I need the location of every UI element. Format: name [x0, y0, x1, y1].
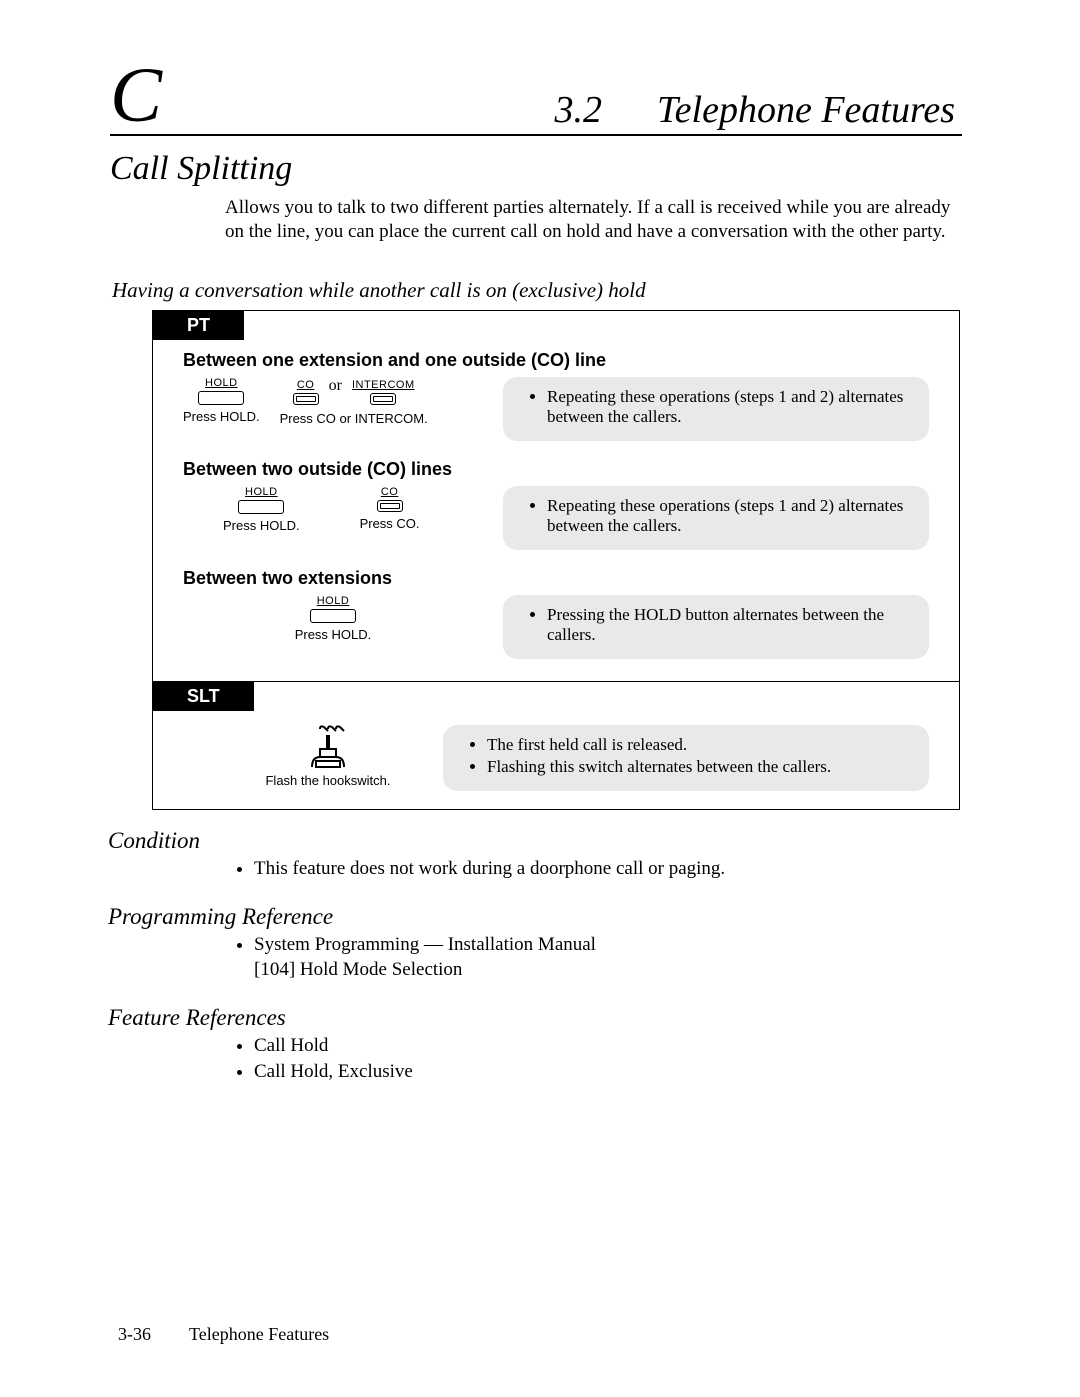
button-icon	[198, 391, 244, 405]
press-label: Press CO.	[360, 516, 420, 531]
press-label: Press HOLD.	[183, 409, 260, 424]
divider	[153, 681, 959, 682]
step-cluster: HOLD Press HOLD. CO Press CO.	[183, 486, 483, 533]
step-cluster: HOLD Press HOLD.	[183, 595, 483, 642]
feature-ref-item: Call Hold	[254, 1033, 960, 1059]
group-row: HOLD Press HOLD. CO or INTERCOM	[183, 377, 929, 441]
chapter-letter: C	[110, 50, 162, 140]
manual-page: C 3.2 Telephone Features Call Splitting A…	[0, 0, 1080, 1397]
intro-paragraph: Allows you to talk to two different part…	[225, 196, 960, 244]
group-title: Between one extension and one outside (C…	[183, 350, 929, 371]
note-bubble: Repeating these operations (steps 1 and …	[503, 486, 929, 550]
button-icon	[238, 500, 284, 514]
hold-button-diagram: HOLD Press HOLD.	[183, 377, 260, 424]
feature-refs-list: Call Hold Call Hold, Exclusive	[108, 1033, 960, 1084]
button-icon	[293, 393, 319, 405]
condition-item: This feature does not work during a door…	[254, 856, 960, 882]
header-rule	[110, 134, 962, 136]
programming-item-text: System Programming — Installation Manual	[254, 934, 596, 955]
button-icon	[377, 500, 403, 512]
hold-button-diagram: HOLD Press HOLD.	[223, 486, 300, 533]
hold-button-diagram: HOLD Press HOLD.	[295, 595, 372, 642]
note-text: The first held call is released.	[487, 735, 911, 755]
header-right: 3.2 Telephone Features	[555, 88, 955, 132]
button-icon	[370, 393, 396, 405]
hookswitch-diagram: Flash the hookswitch.	[253, 725, 403, 788]
programming-sub: [104] Hold Mode Selection	[254, 959, 462, 980]
note-text: Flashing this switch alternates between …	[487, 757, 911, 777]
group-title: Between two outside (CO) lines	[183, 459, 929, 480]
programming-list: System Programming — Installation Manual…	[108, 932, 960, 983]
programming-head: Programming Reference	[108, 904, 960, 930]
press-label: Press HOLD.	[295, 627, 372, 642]
intercom-button-diagram: INTERCOM	[352, 379, 415, 409]
hookswitch-icon	[306, 725, 350, 771]
note-text: Repeating these operations (steps 1 and …	[547, 387, 911, 427]
below-sections: Condition This feature does not work dur…	[108, 806, 960, 1084]
header-section-title: Telephone Features	[657, 89, 955, 131]
co-button-diagram: CO	[293, 379, 319, 409]
press-label: Press HOLD.	[223, 518, 300, 533]
programming-item: System Programming — Installation Manual…	[254, 932, 960, 983]
page-footer: 3-36 Telephone Features	[118, 1324, 329, 1345]
button-label: INTERCOM	[352, 379, 415, 391]
button-label: HOLD	[295, 595, 372, 607]
feature-ref-item: Call Hold, Exclusive	[254, 1059, 960, 1085]
co-or-intercom: CO or INTERCOM Press CO or INTERCOM.	[280, 377, 428, 426]
section-number: 3.2	[555, 89, 603, 131]
feature-refs-head: Feature References	[108, 1005, 960, 1031]
procedure-diagram: PT Between one extension and one outside…	[152, 310, 960, 810]
note-bubble: The first held call is released. Flashin…	[443, 725, 929, 791]
press-label: Flash the hookswitch.	[253, 773, 403, 788]
note-bubble: Repeating these operations (steps 1 and …	[503, 377, 929, 441]
slt-row: Flash the hookswitch. The first held cal…	[153, 711, 959, 809]
subheading: Having a conversation while another call…	[112, 278, 646, 303]
press-label: Press CO or INTERCOM.	[280, 411, 428, 426]
button-label: CO	[360, 486, 420, 498]
page-number: 3-36	[118, 1324, 151, 1344]
footer-label: Telephone Features	[189, 1324, 329, 1344]
or-word: or	[325, 377, 346, 409]
button-icon	[310, 609, 356, 623]
step-cluster: HOLD Press HOLD. CO or INTERCOM	[183, 377, 483, 426]
button-label: HOLD	[223, 486, 300, 498]
note-text: Repeating these operations (steps 1 and …	[547, 496, 911, 536]
button-label: CO	[293, 379, 319, 391]
condition-head: Condition	[108, 828, 960, 854]
pt-group-2: Between two extensions HOLD Press HOLD. …	[153, 558, 959, 675]
condition-list: This feature does not work during a door…	[108, 856, 960, 882]
pt-group-0: Between one extension and one outside (C…	[153, 340, 959, 449]
page-title: Call Splitting	[110, 150, 292, 188]
button-label: HOLD	[183, 377, 260, 389]
group-row: HOLD Press HOLD. CO Press CO. Repeating …	[183, 486, 929, 550]
co-button-diagram: CO Press CO.	[360, 486, 420, 531]
group-title: Between two extensions	[183, 568, 929, 589]
note-bubble: Pressing the HOLD button alternates betw…	[503, 595, 929, 659]
note-text: Pressing the HOLD button alternates betw…	[547, 605, 911, 645]
slt-tab: SLT	[153, 682, 254, 711]
group-row: HOLD Press HOLD. Pressing the HOLD butto…	[183, 595, 929, 659]
pt-tab: PT	[153, 311, 244, 340]
pt-group-1: Between two outside (CO) lines HOLD Pres…	[153, 449, 959, 558]
